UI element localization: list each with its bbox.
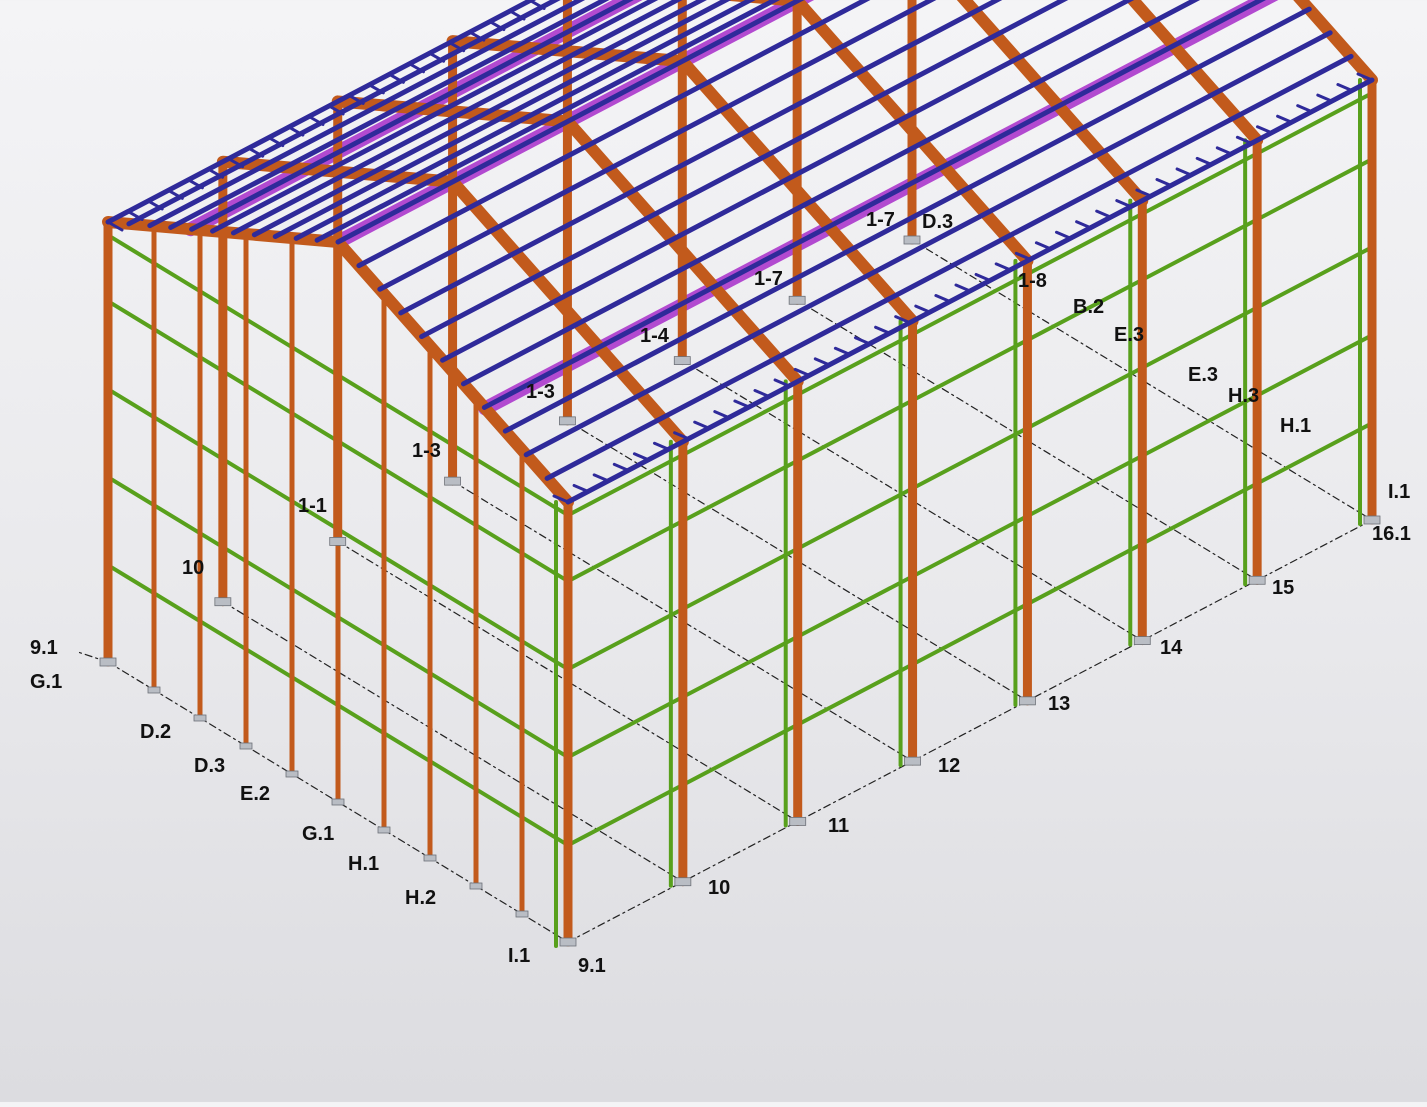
eave-tie (653, 441, 670, 451)
member-mark: 1-1 (298, 495, 327, 517)
eave-tie (833, 346, 851, 356)
base-plate (331, 798, 345, 806)
grid-label-10: 10 (708, 877, 730, 899)
eave-tie (954, 283, 972, 293)
grid-label-left-9-1: 9.1 (30, 637, 58, 659)
member-mark: 1-7 (866, 209, 895, 231)
member-mark: H.3 (1228, 385, 1259, 407)
eave-tie (1155, 178, 1173, 187)
eave-tie (753, 389, 771, 398)
grid-label-11: 11 (828, 815, 849, 837)
member-mark: 1-4 (640, 325, 670, 347)
eave-tie (854, 336, 871, 346)
eave-tie (813, 357, 831, 367)
wall-girt (566, 245, 1374, 672)
eave-tie (994, 262, 1012, 272)
base-plate (193, 714, 207, 722)
grid-label-left-g-1: G.1 (30, 671, 62, 693)
base-plate (673, 356, 691, 365)
portal-frames (102, 0, 1378, 947)
eave-tie (1256, 125, 1273, 135)
member-mark: 1-3 (526, 381, 555, 403)
eave-tie (592, 473, 610, 483)
eave-tie (914, 304, 932, 314)
base-plate (1019, 696, 1036, 706)
grid-label-far-i-1: I.1 (1388, 481, 1410, 503)
base-plate (444, 476, 461, 486)
eave-tie (874, 325, 892, 335)
base-plate (903, 235, 921, 245)
member-mark: E.3 (1114, 324, 1144, 346)
eave-tie (1055, 230, 1072, 240)
eave-tie (1095, 209, 1113, 219)
grid-label-g-1: G.1 (302, 823, 334, 845)
eave-tie (1075, 220, 1093, 230)
member-mark: E.3 (1188, 364, 1218, 386)
base-plate (674, 877, 692, 887)
base-plate (377, 826, 391, 834)
eave-tie (934, 294, 952, 304)
member-mark: 1-3 (412, 440, 441, 462)
eave-tie (1316, 93, 1334, 103)
eave-tie (1175, 167, 1193, 177)
grid-axis-lines (77, 239, 1373, 943)
grid-label-d-2: D.2 (140, 721, 171, 743)
grid-label-13: 13 (1048, 693, 1070, 715)
grid-label-corner-9-1: 9.1 (578, 955, 606, 977)
base-plate (423, 854, 437, 862)
steel-frame-model: 9.1 G.1 D.2 D.3 E.2 G.1 H.1 H.2 I.1 9.1 … (30, 0, 1411, 977)
eave-tie (733, 399, 751, 409)
grid-label-e-2: E.2 (240, 783, 270, 805)
wall-girt (566, 421, 1374, 848)
base-plate (789, 817, 807, 826)
base-plate (285, 770, 299, 778)
roof-purlin (126, 0, 561, 227)
base-plate (147, 686, 161, 694)
grid-label-h-2: H.2 (405, 887, 436, 909)
member-mark: H.1 (1280, 415, 1311, 437)
3d-model-viewport[interactable]: 9.1 G.1 D.2 D.3 E.2 G.1 H.1 H.2 I.1 9.1 … (0, 0, 1427, 1102)
grid-label-15: 15 (1272, 577, 1294, 599)
base-plate (515, 910, 529, 918)
eave-tie (572, 483, 590, 493)
member-mark: 1-8 (1018, 270, 1047, 292)
eave-tie (1276, 114, 1294, 124)
roof-purlin (544, 53, 1354, 481)
base-plate (904, 756, 921, 766)
member-mark: B.2 (1073, 296, 1104, 318)
grid-label-d-3: D.3 (194, 755, 225, 777)
eave-tie (1215, 146, 1233, 156)
eave-tie (1336, 83, 1354, 93)
base-plate (559, 416, 576, 426)
grid-label-interior-10: 10 (182, 557, 204, 579)
base-plate (239, 742, 253, 750)
base-plate (329, 537, 347, 546)
eave-tie (974, 272, 992, 282)
base-plate (469, 882, 483, 890)
eave-tie (1034, 241, 1052, 251)
grid-label-16-1: 16.1 (1372, 523, 1411, 545)
base-plate (1133, 636, 1151, 645)
base-plate (214, 597, 232, 607)
base-plate (788, 295, 806, 305)
eave-tie (632, 452, 650, 462)
member-mark: 1-7 (754, 268, 783, 290)
grid-label-12: 12 (938, 755, 960, 777)
grid-label-14: 14 (1160, 637, 1183, 659)
eave-tie (713, 410, 731, 420)
base-plate (1248, 575, 1266, 585)
eave-tie (612, 462, 630, 472)
base-plate (559, 937, 577, 947)
eave-tie (1195, 156, 1213, 166)
grid-label-h-1: H.1 (348, 853, 379, 875)
eave-tie (1296, 104, 1314, 114)
eave-tie (693, 420, 711, 430)
grid-label-i-1: I.1 (508, 945, 530, 967)
base-plate (99, 657, 117, 667)
member-mark: D.3 (922, 211, 953, 233)
